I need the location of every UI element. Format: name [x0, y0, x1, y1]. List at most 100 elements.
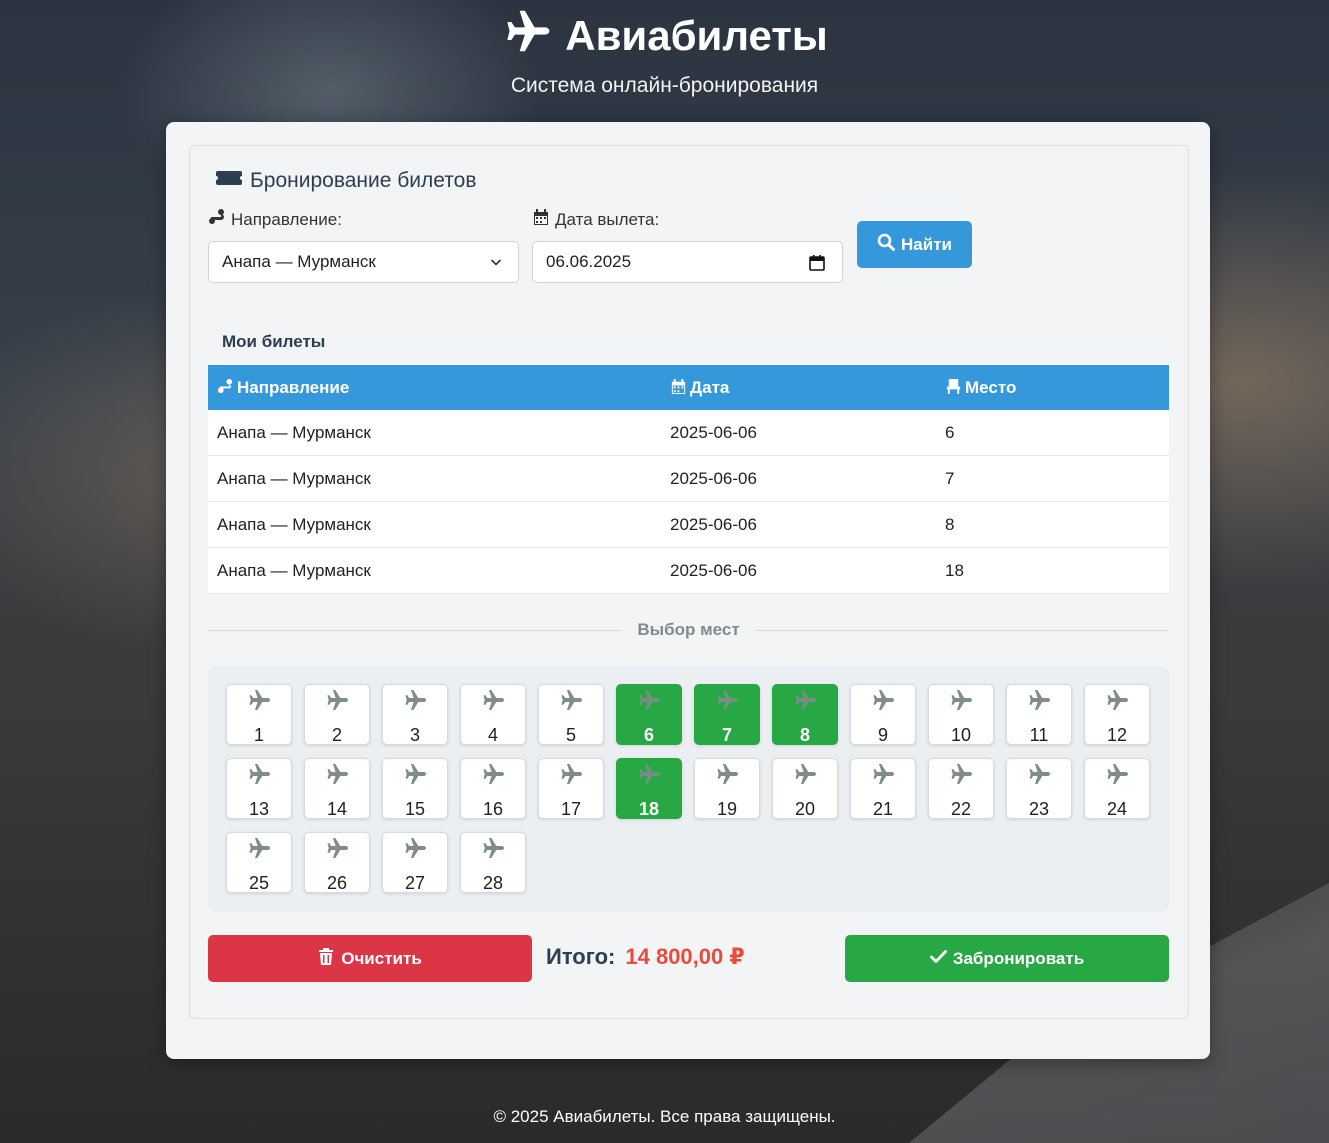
seat-9[interactable]: 9 [850, 684, 916, 745]
seat-11[interactable]: 11 [1006, 684, 1072, 745]
seat-number: 12 [1106, 725, 1128, 745]
calendar-picker-icon[interactable] [808, 254, 826, 272]
plane-icon [795, 690, 816, 710]
seat-28[interactable]: 28 [460, 832, 526, 893]
footer: © 2025 Авиабилеты. Все права защищены. [493, 1107, 836, 1126]
column-header-seat-label: Место [965, 377, 1017, 397]
seat-number: 9 [877, 725, 888, 745]
calendar-icon [532, 208, 550, 231]
plane-icon [951, 764, 972, 784]
seat-25[interactable]: 25 [226, 832, 292, 893]
plane-icon [405, 690, 426, 710]
find-button[interactable]: Найти [857, 221, 972, 268]
route-icon [208, 208, 226, 231]
seat-23[interactable]: 23 [1006, 758, 1072, 819]
ticket-icon [216, 168, 242, 194]
seat-number: 4 [487, 725, 498, 745]
seat-16[interactable]: 16 [460, 758, 526, 819]
app-title-text: Авиабилеты [565, 12, 828, 59]
seat-12[interactable]: 12 [1084, 684, 1150, 745]
date-label: Дата вылета: [532, 208, 659, 231]
seat-number: 3 [409, 725, 420, 745]
seat-27[interactable]: 27 [382, 832, 448, 893]
seat-22[interactable]: 22 [928, 758, 994, 819]
seat-21[interactable]: 21 [850, 758, 916, 819]
table-row: Анапа — Мурманск 2025-06-06 18 [208, 547, 1169, 594]
plane-icon [795, 764, 816, 784]
seat-7[interactable]: 7 [694, 684, 760, 745]
table-cell-seat: 8 [936, 501, 1169, 548]
table-cell-seat: 18 [936, 547, 1169, 594]
plane-icon [717, 690, 738, 710]
plane-icon [1107, 690, 1128, 710]
plane-icon [327, 764, 348, 784]
seat-17[interactable]: 17 [538, 758, 604, 819]
seat-number: 28 [482, 873, 504, 893]
divider-line [754, 629, 1169, 631]
plane-icon [483, 764, 504, 784]
seat-19[interactable]: 19 [694, 758, 760, 819]
clear-button[interactable]: Очистить [208, 935, 532, 982]
section-title: Бронирование билетов [216, 168, 476, 194]
table-row: Анапа — Мурманск 2025-06-06 8 [208, 501, 1169, 548]
seat-3[interactable]: 3 [382, 684, 448, 745]
seat-10[interactable]: 10 [928, 684, 994, 745]
table-cell-date: 2025-06-06 [661, 455, 936, 502]
seat-number: 24 [1106, 799, 1128, 819]
tickets-header-row: Направление Дата Место [208, 365, 1169, 410]
find-button-label: Найти [901, 234, 952, 254]
seat-number: 25 [248, 873, 270, 893]
column-header-direction-label: Направление [237, 377, 350, 397]
plane-icon [873, 690, 894, 710]
table-cell-direction: Анапа — Мурманск [208, 547, 661, 594]
table-cell-seat: 7 [936, 455, 1169, 502]
seat-26[interactable]: 26 [304, 832, 370, 893]
page-header: Авиабилеты Система онлайн-бронирования [0, 0, 1329, 98]
seat-number: 15 [404, 799, 426, 819]
plane-icon [249, 764, 270, 784]
direction-select[interactable]: Анапа — Мурманск [208, 241, 519, 283]
plane-icon [405, 764, 426, 784]
table-row: Анапа — Мурманск 2025-06-06 7 [208, 455, 1169, 502]
tickets-table: Направление Дата Место Анапа — Мурманск … [208, 365, 1169, 594]
seat-20[interactable]: 20 [772, 758, 838, 819]
app-title: Авиабилеты [501, 4, 828, 68]
seat-number: 2 [331, 725, 342, 745]
clear-button-label: Очистить [341, 948, 422, 968]
seat-number: 16 [482, 799, 504, 819]
table-cell-direction: Анапа — Мурманск [208, 455, 661, 502]
seat-14[interactable]: 14 [304, 758, 370, 819]
total: Итого: 14 800,00 ₽ [546, 944, 745, 970]
book-button-label: Забронировать [952, 948, 1085, 968]
plane-icon [717, 764, 738, 784]
seat-13[interactable]: 13 [226, 758, 292, 819]
date-label-text: Дата вылета: [555, 209, 660, 229]
seat-24[interactable]: 24 [1084, 758, 1150, 819]
booking-panel: Бронирование билетов Направление: Анапа … [189, 145, 1189, 1019]
plane-icon [1029, 764, 1050, 784]
section-title-text: Бронирование билетов [250, 169, 477, 192]
seat-4[interactable]: 4 [460, 684, 526, 745]
table-cell-seat: 6 [936, 410, 1169, 456]
seat-18[interactable]: 18 [616, 758, 682, 819]
seat-5[interactable]: 5 [538, 684, 604, 745]
seat-1[interactable]: 1 [226, 684, 292, 745]
trash-icon [318, 947, 334, 970]
date-input[interactable]: 06.06.2025 [532, 241, 843, 283]
seat-6[interactable]: 6 [616, 684, 682, 745]
divider-line [208, 629, 623, 631]
search-icon [877, 233, 896, 256]
seat-number: 23 [1028, 799, 1050, 819]
plane-icon [639, 690, 660, 710]
total-label: Итого: [546, 944, 616, 969]
seat-15[interactable]: 15 [382, 758, 448, 819]
plane-icon [1107, 764, 1128, 784]
seat-number: 18 [638, 799, 660, 819]
seat-8[interactable]: 8 [772, 684, 838, 745]
book-button[interactable]: Забронировать [845, 935, 1169, 982]
seat-number: 17 [560, 799, 582, 819]
plane-icon [873, 764, 894, 784]
seat-2[interactable]: 2 [304, 684, 370, 745]
chair-icon [945, 378, 962, 395]
seat-number: 8 [799, 725, 810, 745]
